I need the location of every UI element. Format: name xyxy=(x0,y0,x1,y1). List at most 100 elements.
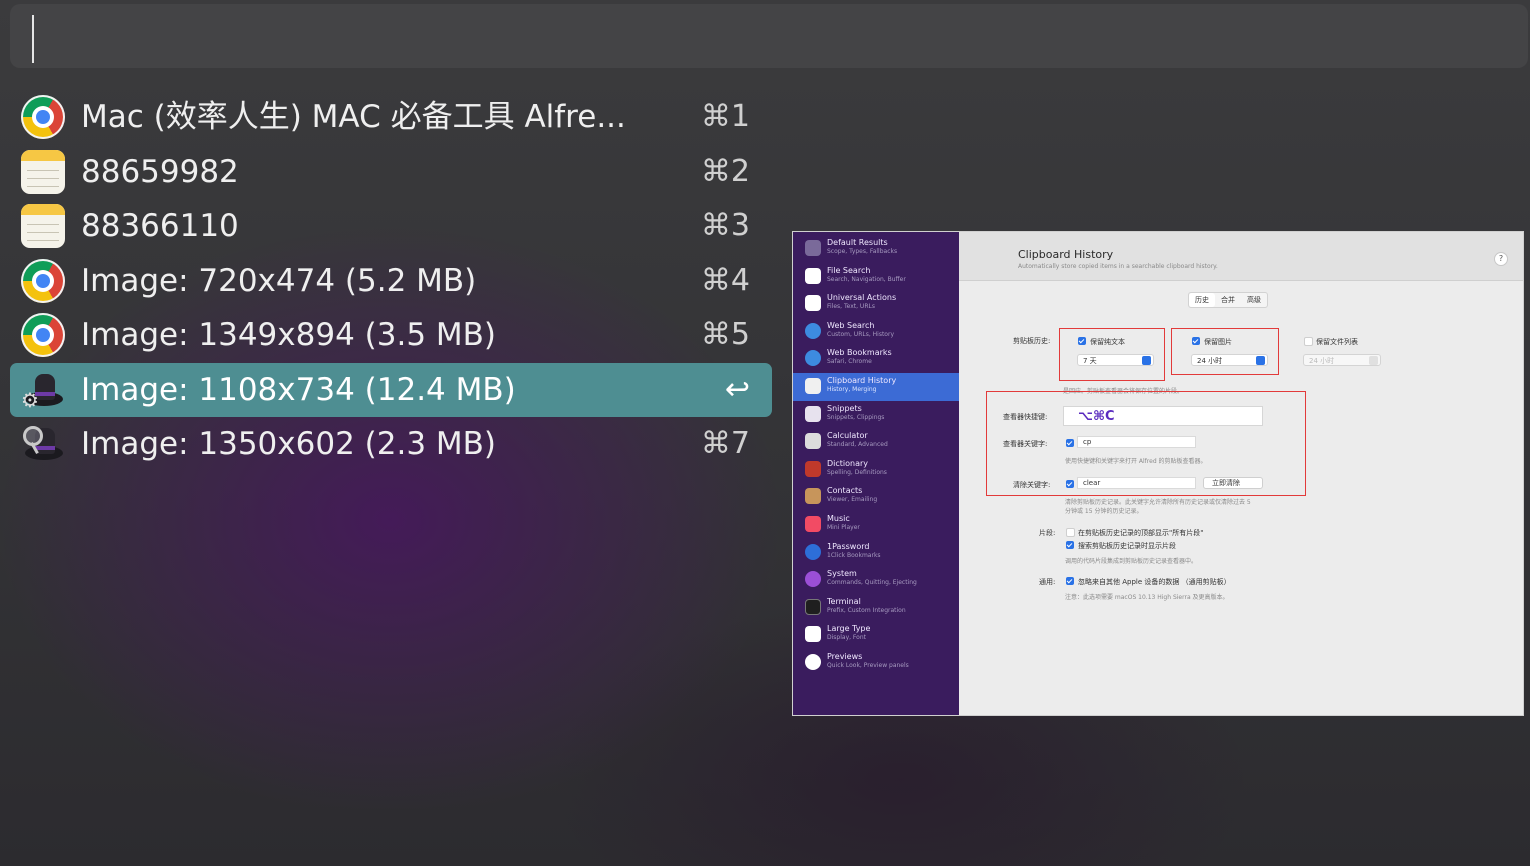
calculator-icon xyxy=(805,433,821,450)
sidebar-item-subtitle: History, Merging xyxy=(827,385,877,393)
result-title: 88659982 xyxy=(81,153,239,190)
sidebar-item-title: Default Results xyxy=(827,238,888,247)
general-label: 通用: xyxy=(1039,578,1056,586)
sidebar-item-web-search: Web Search Custom, URLs, History xyxy=(793,318,959,346)
sidebar-item-title: Clipboard History xyxy=(827,375,897,385)
sidebar-item-subtitle: Quick Look, Preview panels xyxy=(827,661,909,669)
result-shortcut: ⌘4 xyxy=(700,262,750,298)
clear-note-1: 清除剪贴板历史记录。此关键字允许清除所有历史记录或仅清除过去 5 xyxy=(1065,499,1251,506)
sidebar-item-universal-actions: Universal Actions Files, Text, URLs xyxy=(793,290,959,318)
sidebar-item-subtitle: Standard, Advanced xyxy=(827,441,888,449)
result-row[interactable]: Image: 720x474 (5.2 MB) ⌘4 xyxy=(10,254,772,309)
highlight-box-images xyxy=(1171,328,1279,375)
result-row[interactable]: Image: 1349x894 (3.5 MB) ⌘5 xyxy=(10,308,772,363)
result-shortcut: ⌘2 xyxy=(700,153,750,189)
search-bar[interactable] xyxy=(10,4,1528,68)
result-row[interactable]: Image: 1350x602 (2.3 MB) ⌘7 xyxy=(10,417,772,472)
sidebar-item-title: Snippets xyxy=(827,403,862,413)
sidebar-item-subtitle: Custom, URLs, History xyxy=(827,330,894,338)
result-shortcut: ⌘7 xyxy=(700,426,750,461)
magnifier-icon xyxy=(805,240,821,256)
alfred-icon xyxy=(21,422,65,466)
pane-header: Clipboard History Automatically store co… xyxy=(959,232,1523,281)
result-row[interactable]: Mac (效率人生) MAC 必备工具 Alfre... ⌘1 xyxy=(10,90,772,145)
return-key-icon: ↩ xyxy=(724,371,750,407)
sidebar-item-subtitle: Display, Font xyxy=(827,634,866,642)
sidebar-item-clipboard-history: Clipboard History History, Merging xyxy=(793,372,959,401)
sidebar-item-subtitle: Scope, Types, Fallbacks xyxy=(827,248,898,255)
sidebar-item-title: Contacts xyxy=(827,486,863,496)
sidebar-item-subtitle: Viewer, Emailing xyxy=(827,496,878,504)
sidebar-item-file-search: File Search Search, Navigation, Buffer xyxy=(793,263,959,291)
snippets-note: 调用的代码片段集成到剪贴板历史记录查看器中。 xyxy=(1065,558,1198,565)
result-row-selected[interactable]: ⚙ Image: 1108x734 (12.4 MB) ↩ xyxy=(10,362,772,417)
sidebar-item-calculator: Calculator Standard, Advanced xyxy=(793,428,959,456)
sidebar-item-title: Terminal xyxy=(827,596,861,606)
image-preview: Default Results Scope, Types, Fallbacks F… xyxy=(793,232,1523,715)
chrome-icon xyxy=(21,258,65,303)
snippets-top-label: 在剪贴板历史记录的顶部显示"所有片段" xyxy=(1078,529,1204,537)
compass-icon xyxy=(805,350,821,367)
dictionary-icon xyxy=(805,460,821,477)
globe-icon xyxy=(805,322,821,339)
snippets-search-label: 搜索剪贴板历史记录时显示片段 xyxy=(1078,542,1176,550)
alfred-preferences-icon: ⚙ xyxy=(21,368,65,412)
pane-subtitle: Automatically store copied items in a se… xyxy=(1018,263,1218,270)
result-row[interactable]: 88366110 ⌘3 xyxy=(10,199,772,254)
sidebar-item-title: Music xyxy=(827,513,850,523)
keep-files-value: 24 小时 xyxy=(1309,357,1335,365)
file-search-icon xyxy=(805,267,821,284)
pane-title: Clipboard History xyxy=(1018,248,1114,261)
sidebar-item-subtitle: Commands, Quitting, Ejecting xyxy=(827,579,917,587)
tab-history: 历史 xyxy=(1189,293,1215,307)
terminal-icon xyxy=(805,598,821,615)
alfred-window: Mac (效率人生) MAC 必备工具 Alfre... ⌘1 88659982… xyxy=(0,0,1530,866)
tab-merge: 合并 xyxy=(1221,296,1235,304)
sidebar-item-subtitle: Mini Player xyxy=(827,523,860,531)
sidebar-item-title: System xyxy=(827,569,857,579)
clipboard-icon xyxy=(805,377,821,394)
sidebar-item-contacts: Contacts Viewer, Emailing xyxy=(793,483,959,511)
sidebar-item-title: Dictionary xyxy=(827,458,869,468)
result-shortcut: ⌘1 xyxy=(700,99,750,134)
chrome-icon xyxy=(21,313,65,357)
tab-advanced: 高级 xyxy=(1247,296,1261,304)
result-shortcut: ⌘5 xyxy=(700,317,750,352)
sidebar-item-web-bookmarks: Web Bookmarks Safari, Chrome xyxy=(793,345,959,373)
sidebar-item-system: System Commands, Quitting, Ejecting xyxy=(793,566,959,594)
sidebar-item-title: Large Type xyxy=(827,624,871,634)
result-row[interactable]: 88659982 ⌘2 xyxy=(10,145,772,200)
result-list: Mac (效率人生) MAC 必备工具 Alfre... ⌘1 88659982… xyxy=(10,90,772,472)
sidebar-item-subtitle: Spelling, Definitions xyxy=(827,468,887,476)
sidebar-item-large-type: Large Type Display, Font xyxy=(793,621,959,649)
sidebar-item-subtitle: Safari, Chrome xyxy=(827,358,872,366)
sidebar-item-terminal: Terminal Prefix, Custom Integration xyxy=(793,594,959,622)
result-title: Mac (效率人生) MAC 必备工具 Alfre... xyxy=(81,99,626,135)
sidebar-item-previews: Previews Quick Look, Preview panels xyxy=(793,649,959,677)
notes-icon xyxy=(21,204,65,248)
history-label: 剪贴板历史: xyxy=(1013,337,1051,345)
sidebar-item-title: Calculator xyxy=(827,431,868,441)
sidebar-item-title: Universal Actions xyxy=(827,293,897,303)
sidebar-item-title: Web Search xyxy=(827,320,875,330)
sidebar-item-music: Music Mini Player xyxy=(793,511,959,539)
large-type-icon xyxy=(805,626,821,643)
sidebar-item-dictionary: Dictionary Spelling, Definitions xyxy=(793,456,959,484)
sidebar-item-subtitle: Search, Navigation, Buffer xyxy=(827,275,906,283)
result-title: Image: 1108x734 (12.4 MB) xyxy=(81,371,516,408)
highlight-box-text xyxy=(1059,328,1165,381)
result-title: Image: 1349x894 (3.5 MB) xyxy=(81,317,497,353)
help-icon: ? xyxy=(1494,252,1508,266)
eye-icon xyxy=(805,653,821,670)
sidebar-item-title: Web Bookmarks xyxy=(827,348,892,358)
music-icon xyxy=(805,515,821,532)
keep-files-checkbox xyxy=(1304,337,1313,346)
power-icon xyxy=(805,571,821,588)
highlight-box-viewer xyxy=(986,391,1306,496)
snippets-label: 片段: xyxy=(1039,529,1056,537)
text-caret xyxy=(32,15,34,63)
sidebar-item-title: Previews xyxy=(827,651,863,661)
snippets-top-checkbox xyxy=(1066,528,1075,537)
universal-actions-icon xyxy=(805,295,821,312)
sidebar-item-subtitle: Prefix, Custom Integration xyxy=(827,606,906,614)
